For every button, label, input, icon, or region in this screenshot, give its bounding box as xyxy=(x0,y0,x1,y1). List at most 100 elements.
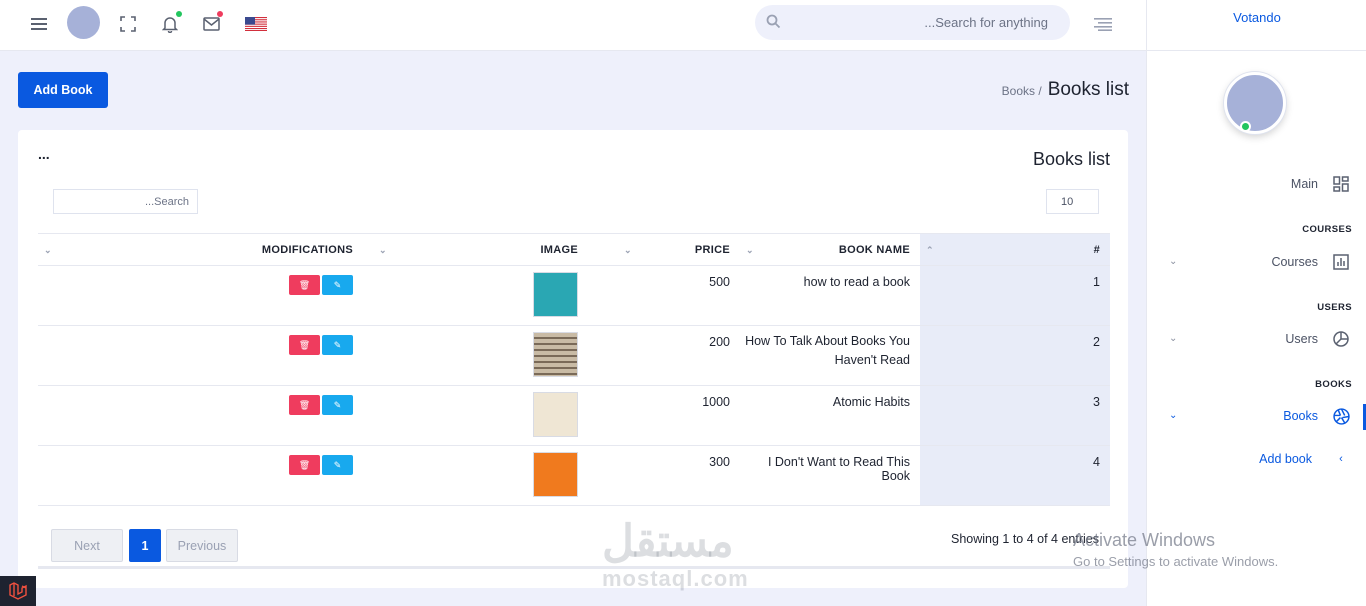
book-cover[interactable] xyxy=(533,452,578,497)
breadcrumb: Books / Books list xyxy=(1002,79,1129,101)
activate-windows-notice: Activate Windows Go to Settings to activ… xyxy=(1073,530,1278,569)
notification-dot xyxy=(176,11,182,17)
menu-icon[interactable] xyxy=(28,13,50,35)
table-row: 🗑 ✎ 300 I Don't Want to Read This Book 4 xyxy=(38,445,1110,506)
books-card: ... Books list ...Search 10 ⌄ MODIFICATIO… xyxy=(18,130,1128,588)
sidebar-item-main[interactable]: Main xyxy=(1291,175,1350,193)
sidebar-item-books[interactable]: Books xyxy=(1283,407,1350,425)
row-actions: 🗑 ✎ xyxy=(38,385,373,446)
book-number: 1 xyxy=(920,265,1110,326)
trash-icon: 🗑 xyxy=(298,339,311,350)
edit-button[interactable]: ✎ xyxy=(322,395,353,415)
sidebar-item-label: Users xyxy=(1285,332,1318,346)
sidebar-item-label: Books xyxy=(1283,409,1318,423)
sort-icon: ⌄ xyxy=(379,245,387,255)
pencil-icon: ✎ xyxy=(333,279,342,290)
book-cover[interactable] xyxy=(533,392,578,437)
top-bar: ...Search for anything xyxy=(0,0,1146,51)
add-book-button[interactable]: Add Book xyxy=(18,72,108,108)
bell-icon[interactable] xyxy=(159,11,182,35)
dashboard-icon xyxy=(1332,175,1350,193)
mail-icon[interactable] xyxy=(200,11,223,35)
watermark: مستقل mostaql.com xyxy=(602,520,749,590)
book-price: 1000 xyxy=(618,385,740,446)
us-flag-icon[interactable] xyxy=(245,13,267,35)
row-actions: 🗑 ✎ xyxy=(38,445,373,506)
avatar[interactable] xyxy=(67,6,100,39)
delete-button[interactable]: 🗑 xyxy=(289,275,320,295)
trash-icon: 🗑 xyxy=(298,459,311,470)
breadcrumb-parent[interactable]: Books / xyxy=(1002,84,1042,98)
mail-dot xyxy=(217,11,223,17)
edit-button[interactable]: ✎ xyxy=(322,455,353,475)
activate-subtitle: Go to Settings to activate Windows. xyxy=(1073,554,1279,569)
delete-button[interactable]: 🗑 xyxy=(289,395,320,415)
chevron-left-icon: ‹ xyxy=(1339,453,1343,465)
section-heading-courses: COURSES xyxy=(1302,224,1352,235)
sort-icon: ⌄ xyxy=(624,245,632,255)
table-row: 🗑 ✎ 200 How To Talk About Books You Have… xyxy=(38,325,1110,386)
book-price: 200 xyxy=(618,325,740,386)
trash-icon: 🗑 xyxy=(298,399,311,410)
sort-icon: ⌄ xyxy=(746,245,754,255)
aperture-icon xyxy=(1332,407,1350,425)
book-name: Atomic Habits xyxy=(740,385,920,446)
column-header-price[interactable]: ⌄ PRICE xyxy=(618,233,740,266)
column-header-modifications[interactable]: ⌄ MODIFICATIONS xyxy=(38,233,373,266)
edit-button[interactable]: ✎ xyxy=(322,275,353,295)
sidebar: Votando Main COURSES ⌄ Courses USERS ⌄ U… xyxy=(1146,0,1366,606)
page-length-select[interactable]: 10 xyxy=(1046,189,1099,214)
book-name: how to read a book xyxy=(740,265,920,326)
table-search-input[interactable]: ...Search xyxy=(53,189,198,214)
book-cover-cell xyxy=(373,445,618,506)
card-menu[interactable]: ... xyxy=(38,146,50,162)
sidebar-avatar[interactable] xyxy=(1224,72,1286,134)
section-heading-books: BOOKS xyxy=(1315,379,1352,390)
sidebar-item-label: Main xyxy=(1290,177,1318,191)
book-cover-cell xyxy=(373,265,618,326)
search-placeholder: ...Search for anything xyxy=(924,15,1048,30)
trash-icon: 🗑 xyxy=(298,279,311,290)
brand-name[interactable]: Votando xyxy=(1147,0,1366,51)
table-row: 🗑 ✎ 1000 Atomic Habits 3 xyxy=(38,385,1110,446)
activate-title: Activate Windows xyxy=(1073,530,1216,550)
fullscreen-icon[interactable] xyxy=(117,13,139,35)
chevron-down-icon[interactable]: ⌄ xyxy=(1169,333,1177,344)
chevron-down-icon[interactable]: ⌄ xyxy=(1169,256,1177,267)
column-header-number[interactable]: ⌃ # xyxy=(920,233,1110,266)
sidebar-item-users[interactable]: Users xyxy=(1285,330,1350,348)
book-cover[interactable] xyxy=(533,272,578,317)
row-actions: 🗑 ✎ xyxy=(38,265,373,326)
column-header-book-name[interactable]: ⌄ BOOK NAME xyxy=(740,233,920,266)
book-cover-cell xyxy=(373,325,618,386)
book-price: 300 xyxy=(618,445,740,506)
chevron-down-icon[interactable]: ⌄ xyxy=(1169,410,1177,421)
book-number: 4 xyxy=(920,445,1110,506)
pagination-page-1[interactable]: 1 xyxy=(129,529,161,562)
card-title: Books list xyxy=(1032,149,1110,169)
delete-button[interactable]: 🗑 xyxy=(289,335,320,355)
global-search[interactable]: ...Search for anything xyxy=(755,5,1070,40)
horizontal-scrollbar[interactable] xyxy=(38,566,1110,569)
book-cover-cell xyxy=(373,385,618,446)
pencil-icon: ✎ xyxy=(333,459,342,470)
edit-button[interactable]: ✎ xyxy=(322,335,353,355)
book-name: How To Talk About Books You Haven't Read xyxy=(740,325,920,386)
sidebar-subitem-add-book[interactable]: Add book ‹ xyxy=(1259,450,1350,468)
book-cover[interactable] xyxy=(533,332,578,377)
laravel-logo-icon xyxy=(0,576,36,606)
page-title: Books list xyxy=(1047,79,1129,100)
sidebar-item-courses[interactable]: Courses xyxy=(1271,253,1350,271)
online-status-dot xyxy=(1240,121,1251,132)
pagination-next-button[interactable]: Next xyxy=(51,529,123,562)
watermark-subtext: mostaql.com xyxy=(602,566,749,591)
book-price: 500 xyxy=(618,265,740,326)
delete-button[interactable]: 🗑 xyxy=(289,455,320,475)
pagination-previous-button[interactable]: Previous xyxy=(166,529,238,562)
sidebar-subitem-label: Add book xyxy=(1259,452,1312,466)
row-actions: 🗑 ✎ xyxy=(38,325,373,386)
sidebar-item-label: Courses xyxy=(1271,255,1318,269)
column-header-image[interactable]: ⌄ IMAGE xyxy=(373,233,618,266)
section-heading-users: USERS xyxy=(1317,302,1352,313)
align-right-icon[interactable] xyxy=(1092,13,1114,35)
